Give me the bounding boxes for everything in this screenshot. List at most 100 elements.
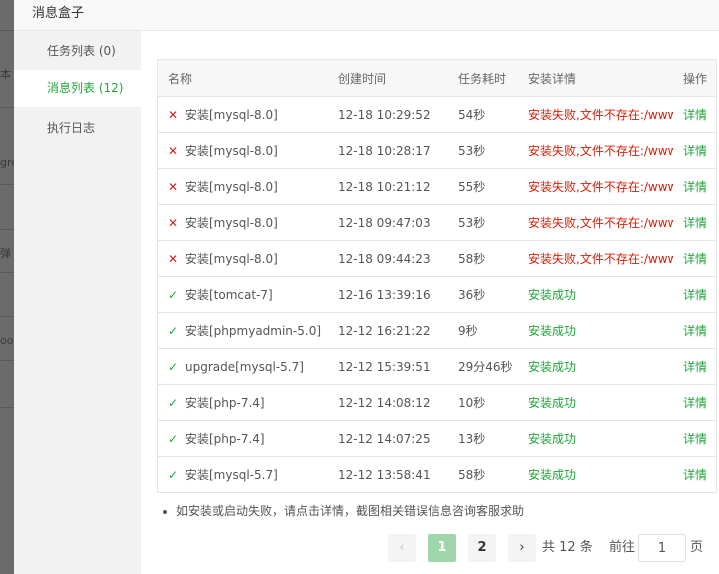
table-row: ✓ 安装[phpmyadmin-5.0] 12-12 16:21:22 9秒 安装成功详… [158,312,716,349]
table-row: ✓ 安装[mysql-5.7] 12-12 13:58:41 58秒 安装成功 详情 [158,457,716,493]
table-row: ✕ 安装[mysql-8.0] 12-18 10:21:12 55秒 安装失败,文件不存… [158,168,716,205]
dialog-titlebar[interactable]: 消息盒子 [14,0,719,31]
cell-created-time: 12-12 14:08:12 [328,384,448,421]
pagination: ‹ 1 2 › 共 12 条 前往 页 [141,534,719,562]
cell-created-time: 12-16 13:39:16 [328,276,448,313]
page-1-button[interactable]: 1 [428,534,456,562]
column-header-action: 操作 [673,60,716,97]
sidebar: 任务列表 (0) 消息列表 (12) 执行日志 [14,31,141,574]
next-page-button[interactable]: › [508,534,536,562]
help-note-text: 如安装或启动失败，请点击详情，截图相关错误信息咨询客服求助 [176,504,525,518]
detail-link[interactable]: 详情 [673,457,716,493]
total-count: 共 12 条 [542,540,593,555]
task-name: 安装[mysql-8.0] [185,144,278,158]
sidebar-item-message-list[interactable]: 消息列表 (12) [14,70,141,107]
detail-link[interactable]: 详情 [673,240,716,277]
cell-detail: 安装失败,文件不存在:/www/server/panel/install/mys… [518,132,673,169]
column-header-created-time: 创建时间 [328,60,448,97]
detail-link[interactable]: 详情 [673,348,716,385]
cell-duration: 36秒 [448,276,518,313]
cell-name: ✕ 安装[mysql-8.0] [158,132,328,169]
page-unit: 页 [690,540,704,555]
cell-name: ✓ 安装[phpmyadmin-5.0] [158,312,328,349]
check-icon: ✓ [168,396,179,410]
cell-duration: 53秒 [448,204,518,241]
task-name: 安装[phpmyadmin-5.0] [185,324,322,338]
cross-icon: ✕ [168,216,179,230]
cell-created-time: 12-12 13:58:41 [338,467,431,482]
cell-name: ✓ 安装[mysql-5.7] [158,457,328,493]
detail-link[interactable]: 详情 [673,132,716,169]
background-divider [0,184,14,185]
column-header-detail: 安装详情 [518,60,673,97]
task-name: 安装[mysql-8.0] [185,216,278,230]
prev-page-button[interactable]: ‹ [388,534,416,562]
table-row: ✕ 安装[mysql-8.0] 12-18 10:29:52 54秒 安装失败,文件不存… [158,96,716,133]
cell-created-time: 12-12 14:07:25 [328,420,448,457]
cell-created-time: 12-18 09:44:23 [328,240,448,277]
cell-detail: 安装成功 [518,312,673,349]
check-icon: ✓ [168,324,179,338]
cell-detail: 安装成功 [518,384,673,421]
background-divider [0,272,14,273]
cell-detail: 安装失败,文件不存在:/www/server/panel/install/mys… [518,240,673,277]
background-divider [0,407,14,408]
cell-name: ✓ 安装[tomcat-7] [158,276,328,313]
table-row: ✓ 安装[php-7.4] 12-12 14:08:12 10秒 安装成功 详情 [158,384,716,421]
column-header-name: 名称 [158,60,328,97]
cell-name: ✓ upgrade[mysql-5.7] [158,348,328,385]
task-name: 安装[php-7.4] [185,432,265,446]
background-divider [0,229,14,230]
detail-link[interactable]: 详情 [673,96,716,133]
cell-detail: 安装失败,文件不存在:/www/server/panel/install/mys… [518,204,673,241]
cell-duration: 10秒 [448,384,518,421]
detail-link[interactable]: 详情 [673,420,716,457]
cell-created-time: 12-18 10:21:12 [328,168,448,205]
task-name: 安装[mysql-8.0] [185,108,278,122]
cell-detail: 安装成功 [518,420,673,457]
task-name: 安装[php-7.4] [185,396,265,410]
cell-name: ✓ 安装[php-7.4] [158,420,328,457]
cell-name: ✕ 安装[mysql-8.0] [158,168,328,205]
bullet-icon [163,509,167,514]
background-text: 弹 [0,247,11,260]
help-note: 如安装或启动失败，请点击详情，截图相关错误信息咨询客服求助 [163,502,524,519]
cell-detail: 安装成功 [518,276,673,313]
cell-created-time: 12-18 10:29:52 [328,96,448,133]
detail-link[interactable]: 详情 [673,204,716,241]
detail-link[interactable]: 详情 [673,312,716,349]
table-row: ✓ 安装[php-7.4] 12-12 14:07:25 13秒 安装成功 详情 [158,420,716,457]
background-divider [0,360,14,361]
background-page: 本 gre 弹 oo [0,0,14,574]
background-divider [0,316,14,317]
detail-link[interactable]: 详情 [673,276,716,313]
table-header-row: 名称 创建时间 任务耗时 安装详情 操作 [158,60,716,97]
page-2-button[interactable]: 2 [468,534,496,562]
goto-page-input[interactable] [638,534,686,562]
table-row: ✕ 安装[mysql-8.0] 12-18 09:47:03 53秒 安装失败,文件不存… [158,204,716,241]
task-name: 安装[mysql-8.0] [185,252,278,266]
background-divider [0,30,14,31]
goto-label: 前往 [609,540,636,555]
chevron-left-icon: ‹ [399,540,405,555]
cell-duration: 58秒 [458,468,486,482]
sidebar-item-task-list[interactable]: 任务列表 (0) [14,33,141,70]
cell-created-time: 12-12 16:21:22 [328,312,448,349]
table-row: ✓ 安装[tomcat-7] 12-16 13:39:16 36秒 安装成功 详情 [158,276,716,313]
detail-link[interactable]: 详情 [673,168,716,205]
cross-icon: ✕ [168,108,179,122]
detail-link[interactable]: 详情 [673,384,716,421]
sidebar-item-execution-log[interactable]: 执行日志 [14,110,141,147]
cell-name: ✕ 安装[mysql-8.0] [158,240,328,277]
check-icon: ✓ [168,359,179,374]
background-text: gre [0,156,14,169]
cell-detail: 安装失败,文件不存在:/www/server/panel/install/mys… [518,168,673,205]
cell-duration: 58秒 [448,240,518,277]
background-text: oo [0,334,14,347]
background-divider [0,107,14,108]
cell-name: ✓ 安装[php-7.4] [158,384,328,421]
table-row: ✕ 安装[mysql-8.0] 12-18 10:28:17 53秒 安装失败,文件不存… [158,132,716,169]
table-row: ✓ upgrade[mysql-5.7] 12-12 15:39:51 29分46秒安… [158,348,716,385]
task-name: 安装[mysql-8.0] [185,180,278,194]
column-header-duration: 任务耗时 [448,60,518,97]
